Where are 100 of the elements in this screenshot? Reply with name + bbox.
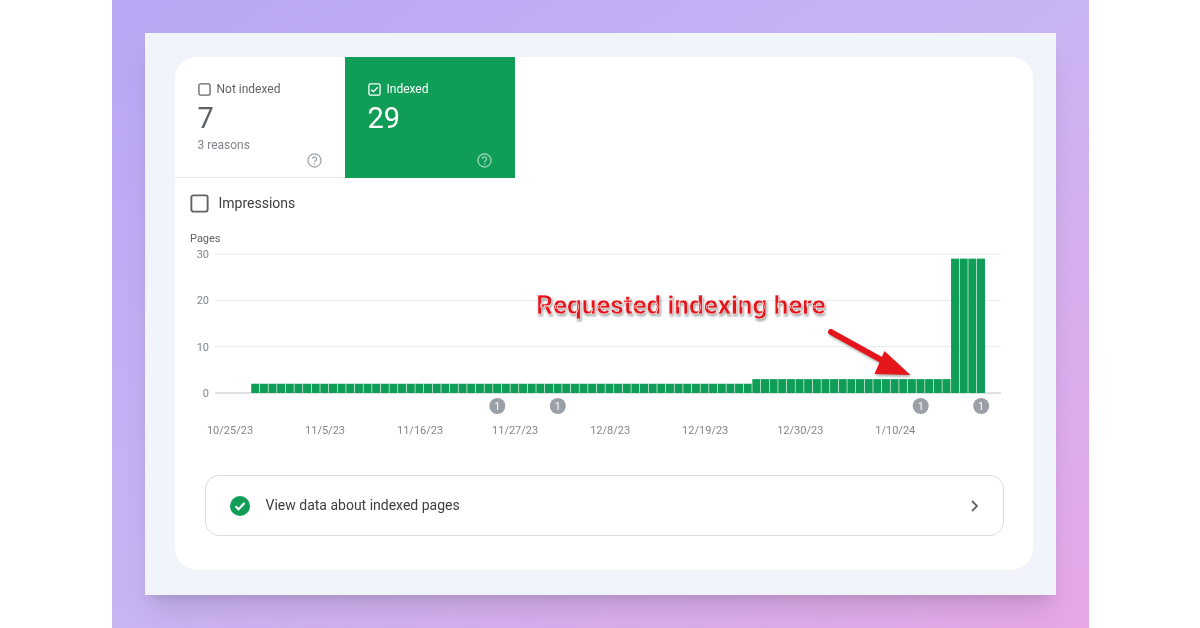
bar <box>466 383 475 393</box>
bar <box>302 383 311 393</box>
bar <box>596 383 605 393</box>
tile-count: 29 <box>367 100 402 136</box>
checkbox[interactable] <box>189 194 209 213</box>
x-tick-label: 1/10/24 <box>874 424 915 437</box>
bar <box>518 383 527 393</box>
check-circle-icon <box>229 495 250 516</box>
bar <box>414 383 423 393</box>
bar <box>492 383 501 393</box>
bar <box>760 379 769 393</box>
bar <box>354 383 363 393</box>
bar <box>907 379 916 393</box>
bar <box>388 383 397 393</box>
bar <box>803 379 812 393</box>
bar <box>553 383 562 393</box>
axis-title: Pages <box>189 232 221 245</box>
bar <box>423 383 432 393</box>
bar <box>319 383 328 393</box>
tile-count: 7 <box>197 100 215 136</box>
bar <box>432 383 441 393</box>
bar <box>604 383 613 393</box>
bar <box>872 379 881 393</box>
bar <box>933 379 942 393</box>
bar <box>613 383 622 393</box>
bar <box>527 383 536 393</box>
bar <box>345 383 354 393</box>
bar <box>449 383 458 393</box>
bar <box>311 383 320 393</box>
bar <box>475 383 484 393</box>
help-icon[interactable] <box>476 153 492 168</box>
bar <box>544 383 553 393</box>
x-tick-label: 11/16/23 <box>396 424 443 437</box>
tile-subtitle: 3 reasons <box>197 137 250 154</box>
bar <box>682 383 691 393</box>
view-data-link[interactable]: View data about indexed pages <box>204 475 1004 536</box>
x-tick-label: 12/8/23 <box>589 424 630 437</box>
bar <box>717 383 726 393</box>
bar <box>734 383 743 393</box>
bar <box>630 383 639 393</box>
bar <box>293 383 302 393</box>
bar <box>890 379 899 393</box>
bar <box>380 383 389 393</box>
bar <box>561 383 570 393</box>
bar <box>570 383 579 393</box>
bar <box>725 383 734 393</box>
bar <box>751 379 760 393</box>
annotation-marker[interactable]: 1 <box>488 398 505 414</box>
y-tick-label: 0 <box>202 387 209 400</box>
help-icon[interactable] <box>306 153 322 168</box>
bar <box>579 383 588 393</box>
bar <box>665 383 674 393</box>
checkbox[interactable] <box>197 82 211 96</box>
bar <box>406 383 415 393</box>
bar <box>924 379 933 393</box>
bar <box>855 379 864 393</box>
bar <box>328 383 337 393</box>
callout-text: Requested indexing here <box>535 290 826 320</box>
tile-label: Indexed <box>386 81 429 98</box>
bar <box>898 379 907 393</box>
annotation-marker[interactable]: 1 <box>972 398 989 414</box>
bar <box>535 383 544 393</box>
bar <box>622 383 631 393</box>
x-tick-label: 11/27/23 <box>491 424 538 437</box>
bar <box>674 383 683 393</box>
bar <box>708 383 717 393</box>
chevron-right-icon <box>968 498 979 513</box>
annotation-marker[interactable]: 1 <box>912 398 929 414</box>
y-tick-label: 30 <box>196 248 209 261</box>
bar <box>812 379 821 393</box>
bar <box>838 379 847 393</box>
bar <box>458 383 467 393</box>
status-tile[interactable]: Indexed 29 <box>344 57 515 178</box>
bar <box>820 379 829 393</box>
bar <box>656 383 665 393</box>
bar <box>440 383 449 393</box>
bar <box>648 383 657 393</box>
y-tick-label: 10 <box>196 340 209 354</box>
bar <box>795 379 804 393</box>
bar <box>639 383 648 393</box>
bar <box>786 379 795 393</box>
annotation-marker[interactable]: 1 <box>549 398 566 414</box>
bar <box>509 383 518 393</box>
bar <box>363 383 372 393</box>
y-tick-label: 20 <box>196 294 209 308</box>
bar <box>691 383 700 393</box>
impressions-label: Impressions <box>218 194 296 213</box>
x-tick-label: 10/25/23 <box>206 424 253 437</box>
bar <box>501 383 510 393</box>
bar <box>743 383 752 393</box>
bar <box>881 379 890 393</box>
bar <box>829 379 838 393</box>
x-tick-label: 11/5/23 <box>304 424 345 437</box>
status-tile[interactable]: Not indexed 7 3 reasons <box>174 57 345 178</box>
bar <box>397 383 406 393</box>
bar <box>250 383 259 393</box>
bar <box>276 383 285 393</box>
bar <box>777 379 786 393</box>
bar <box>864 379 873 393</box>
tile-label: Not indexed <box>216 81 281 98</box>
